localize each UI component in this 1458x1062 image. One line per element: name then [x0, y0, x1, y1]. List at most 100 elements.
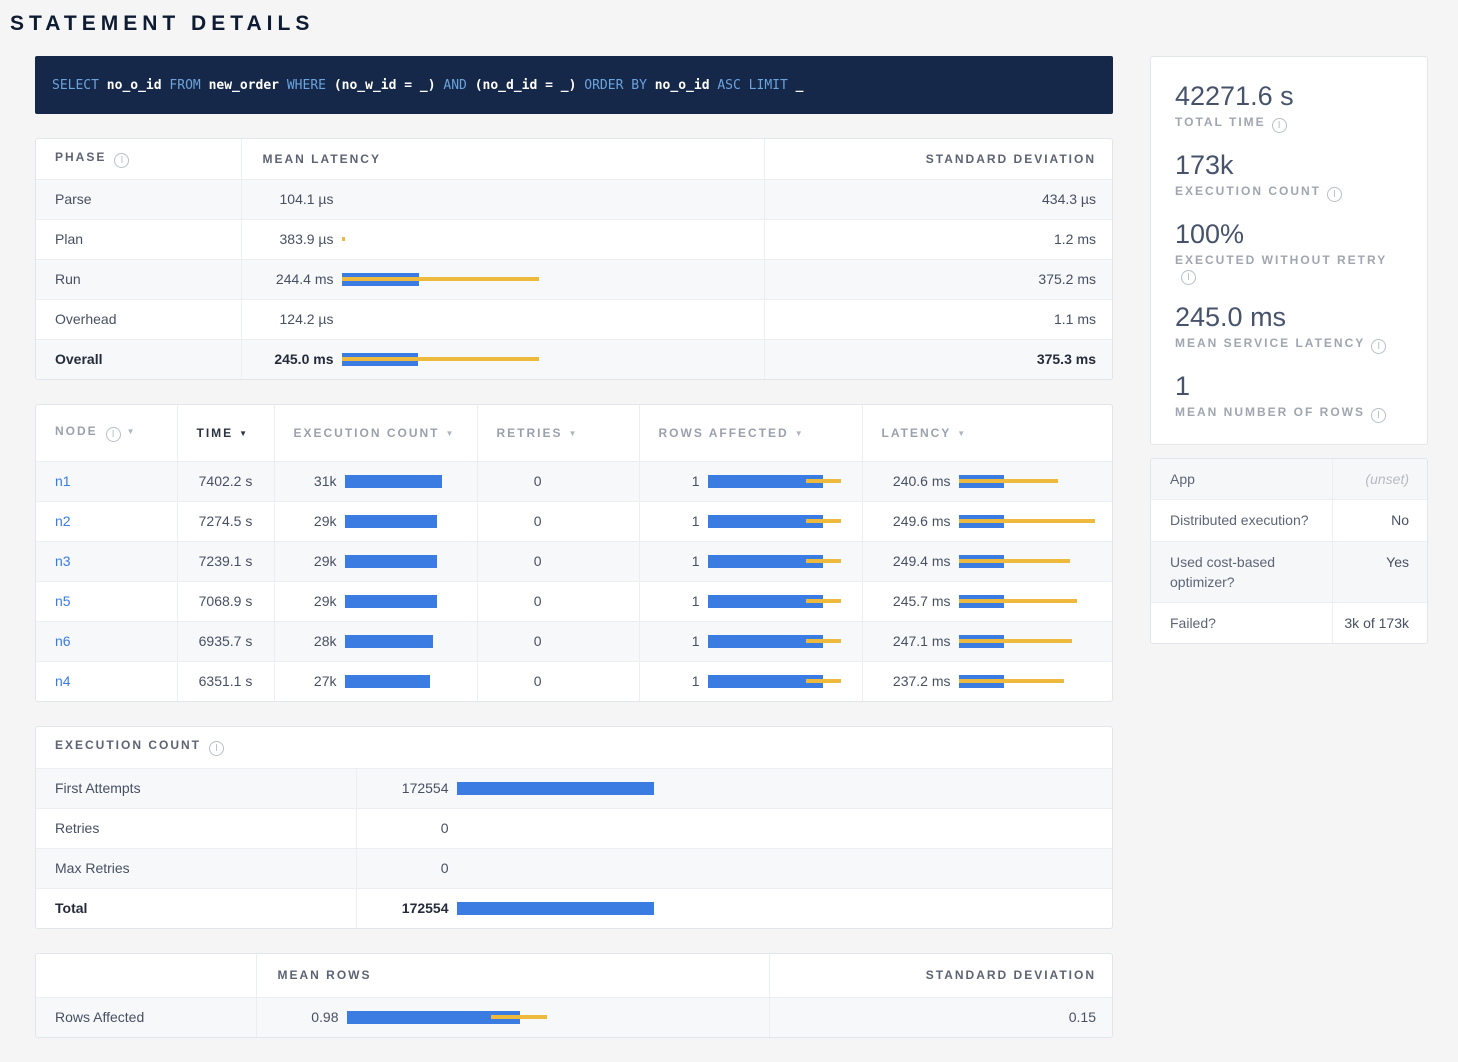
execution-count-cell-value: 28k	[287, 633, 337, 649]
column-header-rows-affected[interactable]: Rows Affected▼	[639, 405, 862, 461]
stddev-cell: 0.15	[769, 997, 1113, 1037]
node-link[interactable]: n5	[55, 593, 71, 609]
execution-count-cell-value: 29k	[287, 593, 337, 609]
latency-bar-chart	[457, 782, 1114, 795]
rows-affected-label: Rows Affected	[36, 997, 256, 1037]
column-header-execution-count[interactable]: Execution Count▼	[274, 405, 477, 461]
stddev-cell: 434.3 µs	[764, 179, 1113, 219]
mean-latency-cell-value: 383.9 µs	[254, 231, 334, 247]
execution-count-cell-content: 31k	[275, 473, 477, 489]
execution-count-value-cell-content: 0	[357, 860, 1114, 876]
node-link[interactable]: n3	[55, 553, 71, 569]
sql-token: ASC	[717, 78, 740, 93]
summary-stat: 100%Executed without Retryi	[1175, 217, 1407, 285]
stddev-bar	[959, 519, 1095, 523]
info-icon[interactable]: i	[1272, 118, 1287, 133]
stat-value: 245.0 ms	[1175, 300, 1407, 334]
mean-bar	[457, 902, 654, 915]
mean-latency-cell-value: 245.0 ms	[254, 351, 334, 367]
mean-bar	[457, 782, 654, 795]
phase-name: Overall	[36, 339, 241, 379]
latency-bar-chart	[708, 595, 862, 608]
execution-count-value-cell-content: 172554	[357, 900, 1114, 916]
column-header-label: Retries	[497, 426, 563, 440]
latency-bar-chart	[342, 353, 764, 366]
info-icon[interactable]: i	[1371, 408, 1386, 423]
latency-bar-chart	[550, 555, 639, 568]
statement-details-page: SELECT no_o_id FROM new_order WHERE (no_…	[0, 56, 1458, 1058]
retries-cell-content: 0	[478, 513, 639, 529]
latency-bar-chart	[550, 515, 639, 528]
phase-row: Parse104.1 µs434.3 µs	[36, 179, 1113, 219]
column-header-retries[interactable]: Retries ▼	[477, 405, 639, 461]
execution-count-label: Max Retries	[36, 848, 356, 888]
sql-token: (no_d_id = _)	[475, 78, 577, 93]
execution-count-value-cell-value: 0	[369, 820, 449, 836]
node-link[interactable]: n1	[55, 473, 71, 489]
retries-cell-content: 0	[478, 633, 639, 649]
retries-cell: 0	[477, 461, 639, 501]
latency-bar-chart	[550, 675, 639, 688]
column-header-latency[interactable]: Latency▼	[862, 405, 1113, 461]
node-cell: n2	[36, 501, 177, 541]
latency-bar-chart	[457, 822, 1114, 835]
stat-label-text: Executed without Retry	[1175, 253, 1387, 267]
retries-cell-value: 0	[490, 633, 542, 649]
latency-bar-chart	[457, 862, 1114, 875]
rows-affected-row: Rows Affected0.980.15	[36, 997, 1113, 1037]
empty-column-header	[36, 954, 256, 997]
info-icon[interactable]: i	[1181, 270, 1196, 285]
latency-cell-value: 249.6 ms	[875, 513, 951, 529]
info-icon[interactable]: i	[1371, 339, 1386, 354]
sql-token: (no_w_id = _)	[334, 78, 436, 93]
retries-cell-value: 0	[490, 553, 542, 569]
execution-count-cell: 29k	[274, 581, 477, 621]
stddev-cell: 1.2 ms	[764, 219, 1113, 259]
mean-rows-cell: 0.98	[256, 997, 769, 1037]
latency-bar-chart	[959, 555, 1114, 568]
execution-count-label: First Attempts	[36, 768, 356, 808]
stddev-bar	[959, 599, 1077, 603]
node-cell: n3	[36, 541, 177, 581]
attribute-value: No	[1332, 500, 1427, 540]
stddev-bar	[959, 479, 1058, 483]
node-cell: n6	[36, 621, 177, 661]
info-icon[interactable]: i	[1327, 187, 1342, 202]
info-icon[interactable]: i	[114, 153, 129, 168]
latency-bar-chart	[457, 902, 1114, 915]
stddev-cell: 375.3 ms	[764, 339, 1113, 379]
column-header-time[interactable]: Time▼	[177, 405, 274, 461]
rows-affected-cell-value: 1	[652, 473, 700, 489]
mean-rows-column-header: Mean Rows	[256, 954, 769, 997]
latency-bar-chart	[708, 635, 862, 648]
latency-bar-chart	[959, 595, 1114, 608]
node-link[interactable]: n6	[55, 633, 71, 649]
execution-count-cell-content: 29k	[275, 513, 477, 529]
node-link[interactable]: n2	[55, 513, 71, 529]
phase-row: Plan 383.9 µs 1.2 ms	[36, 219, 1113, 259]
latency-cell-content: 247.1 ms	[863, 633, 1114, 649]
node-link[interactable]: n4	[55, 673, 71, 689]
stddev-bar	[806, 479, 841, 483]
rows-affected-cell-value: 1	[652, 593, 700, 609]
stat-value: 173k	[1175, 148, 1407, 182]
attribute-value: 3k of 173k	[1332, 603, 1427, 643]
phase-name: Plan	[36, 219, 241, 259]
rows-affected-table: Mean Rows Standard Deviation Rows Affect…	[36, 954, 1113, 1037]
stddev-header-label: Standard Deviation	[926, 152, 1096, 166]
rows-affected-panel: Mean Rows Standard Deviation Rows Affect…	[35, 953, 1113, 1038]
node-row: n57068.9 s29k01245.7 ms	[36, 581, 1113, 621]
execution-count-cell: 31k	[274, 461, 477, 501]
mean-rows-cell-content: 0.98	[257, 1009, 769, 1025]
info-icon[interactable]: i	[106, 427, 121, 442]
rows-affected-cell-content: 1	[640, 553, 862, 569]
sort-arrow-icon: ▼	[569, 429, 579, 438]
latency-bar-chart	[708, 675, 862, 688]
execution-count-cell: 27k	[274, 661, 477, 701]
info-icon[interactable]: i	[209, 741, 224, 756]
latency-cell-value: 240.6 ms	[875, 473, 951, 489]
execution-count-value-cell-value: 0	[369, 860, 449, 876]
stddev-bar	[959, 559, 1070, 563]
column-header-node[interactable]: Nodei▼	[36, 405, 177, 461]
mean-latency-cell: 104.1 µs	[241, 179, 764, 219]
